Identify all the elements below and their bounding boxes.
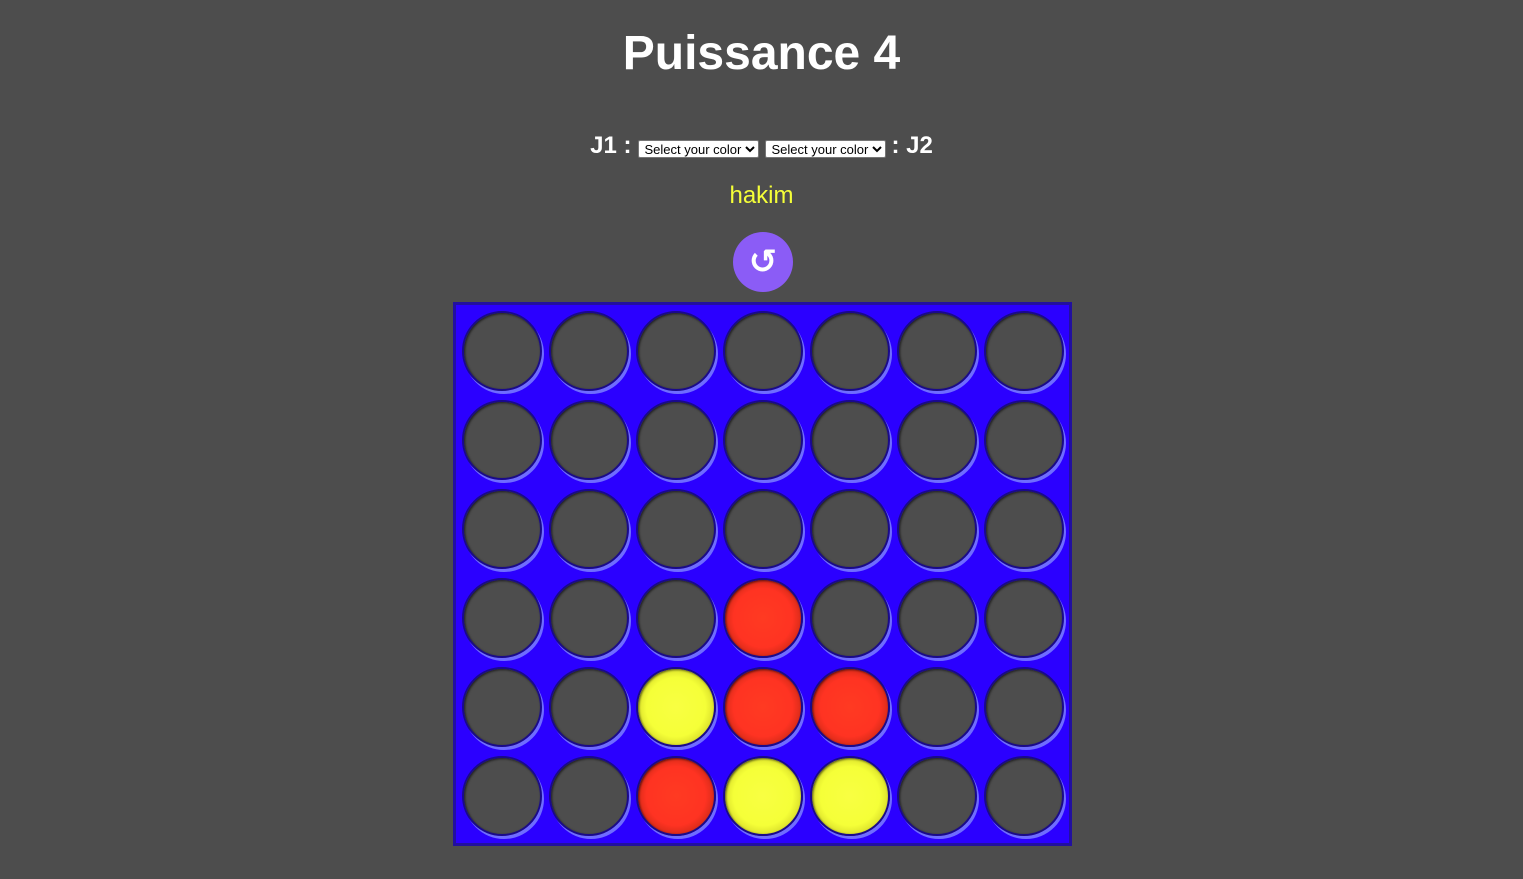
player-2-label: : J2 xyxy=(891,132,933,159)
board-cell-empty[interactable] xyxy=(636,489,716,569)
board-cell-empty[interactable] xyxy=(636,400,716,480)
board-cell-empty[interactable] xyxy=(984,756,1064,836)
board-cell-empty[interactable] xyxy=(897,311,977,391)
board-cell-yellow-token[interactable] xyxy=(636,667,716,747)
restart-icon: ↺ xyxy=(748,242,778,282)
board-cell-empty[interactable] xyxy=(897,578,977,658)
board-cell-empty[interactable] xyxy=(897,400,977,480)
board-cell-empty[interactable] xyxy=(897,756,977,836)
board-cell-empty[interactable] xyxy=(636,311,716,391)
board-cell-empty[interactable] xyxy=(897,667,977,747)
board-cell-empty[interactable] xyxy=(723,311,803,391)
board-cell-empty[interactable] xyxy=(810,311,890,391)
current-player-name: hakim xyxy=(729,182,794,209)
board-cell-empty[interactable] xyxy=(984,400,1064,480)
board-cell-empty[interactable] xyxy=(810,489,890,569)
board-cell-empty[interactable] xyxy=(636,578,716,658)
board-cell-empty[interactable] xyxy=(810,400,890,480)
board-cell-empty[interactable] xyxy=(723,400,803,480)
player-2-color-select[interactable]: Select your color xyxy=(764,140,886,158)
board-cell-red-token[interactable] xyxy=(723,578,803,658)
player-color-selectors: J1 : Select your color Select your color… xyxy=(0,130,1523,162)
page-title: Puissance 4 xyxy=(622,27,901,80)
board-cell-empty[interactable] xyxy=(984,311,1064,391)
board-cell-empty[interactable] xyxy=(984,667,1064,747)
board-cell-empty[interactable] xyxy=(462,667,542,747)
board-cell-red-token[interactable] xyxy=(810,667,890,747)
board-cell-empty[interactable] xyxy=(723,489,803,569)
board-cell-empty[interactable] xyxy=(549,489,629,569)
player-1-label: J1 : xyxy=(590,132,632,159)
board-cell-empty[interactable] xyxy=(810,578,890,658)
game-board xyxy=(453,302,1072,846)
board-cell-empty[interactable] xyxy=(462,311,542,391)
board-cell-yellow-token[interactable] xyxy=(723,756,803,836)
board-cell-empty[interactable] xyxy=(462,578,542,658)
board-cell-empty[interactable] xyxy=(462,756,542,836)
board-cell-empty[interactable] xyxy=(984,489,1064,569)
board-cell-red-token[interactable] xyxy=(723,667,803,747)
board-cell-empty[interactable] xyxy=(549,667,629,747)
board-cell-empty[interactable] xyxy=(549,400,629,480)
board-cell-empty[interactable] xyxy=(549,311,629,391)
board-cell-empty[interactable] xyxy=(462,400,542,480)
board-cell-empty[interactable] xyxy=(462,489,542,569)
game-page: Puissance 4 J1 : Select your color Selec… xyxy=(0,0,1523,879)
player-1-color-select[interactable]: Select your color xyxy=(637,140,759,158)
reset-button[interactable]: ↺ xyxy=(733,232,793,292)
board-cell-red-token[interactable] xyxy=(636,756,716,836)
board-cell-empty[interactable] xyxy=(549,578,629,658)
board-grid xyxy=(462,311,1064,836)
board-cell-yellow-token[interactable] xyxy=(810,756,890,836)
board-cell-empty[interactable] xyxy=(549,756,629,836)
board-cell-empty[interactable] xyxy=(984,578,1064,658)
board-cell-empty[interactable] xyxy=(897,489,977,569)
